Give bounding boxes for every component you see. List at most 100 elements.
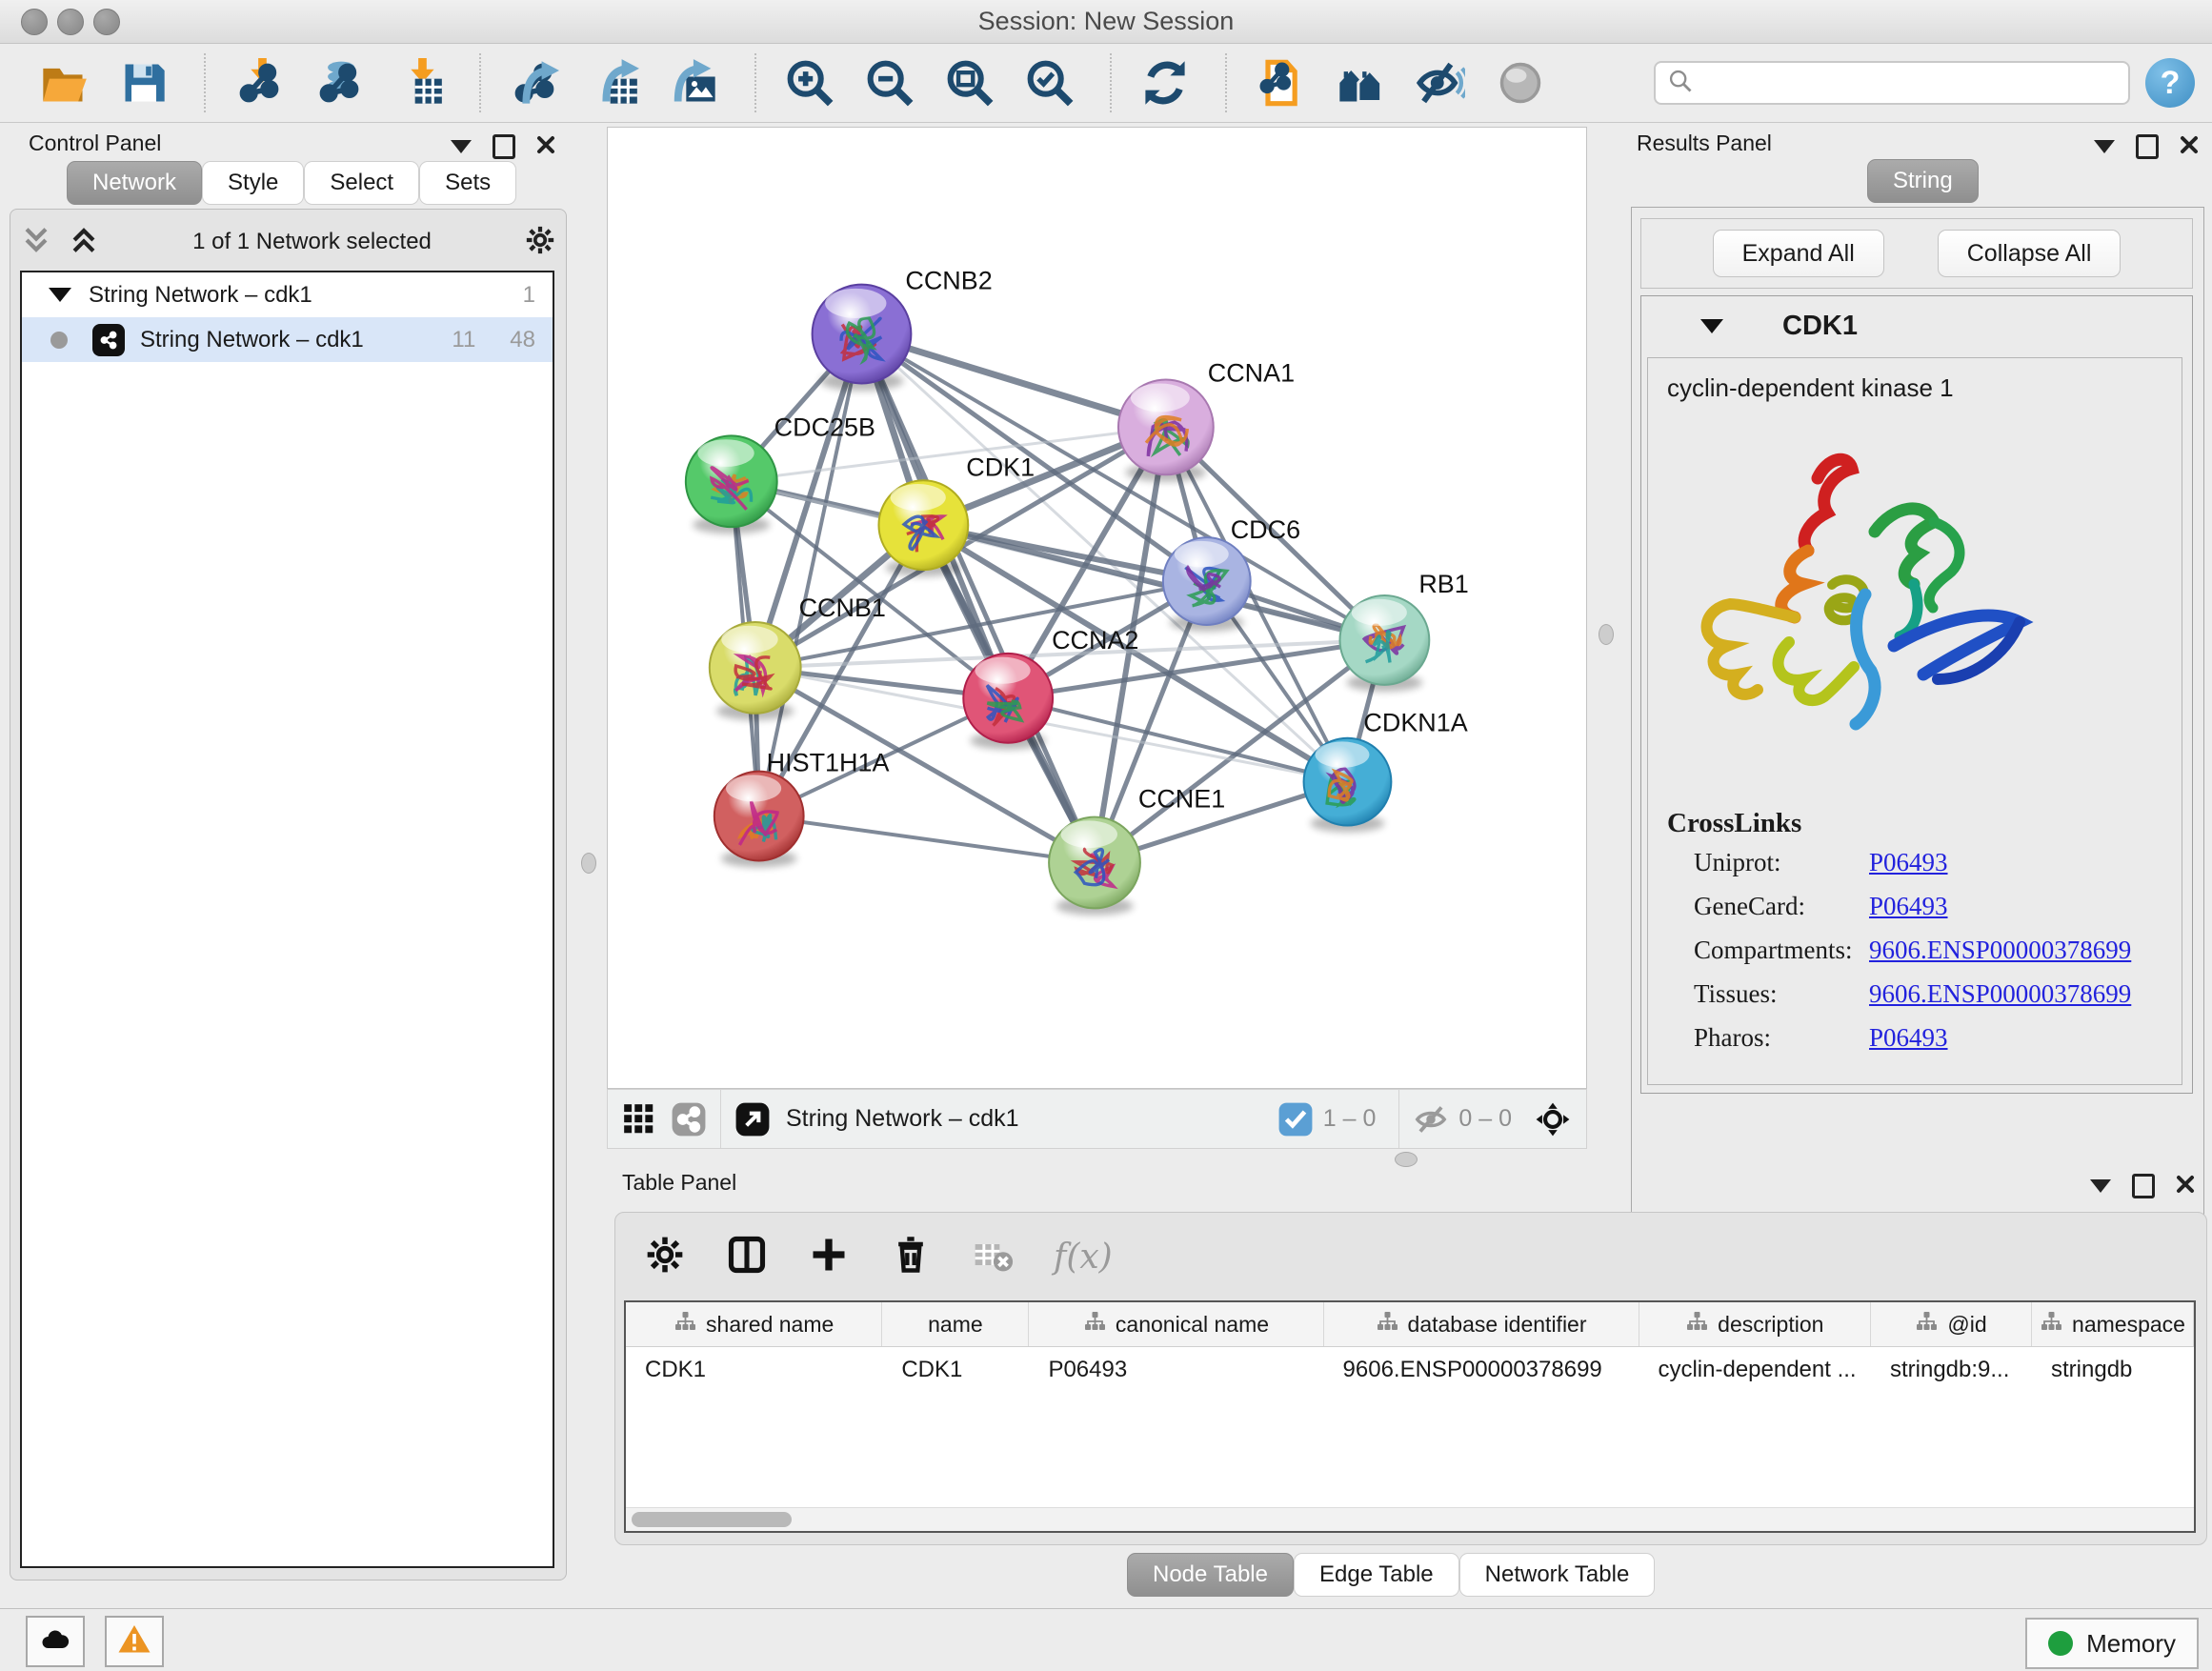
network-list: String Network – cdk1 1 String Network –…	[20, 271, 554, 1568]
network-row[interactable]: String Network – cdk1 11 48	[22, 317, 553, 362]
crosslink-link[interactable]: P06493	[1869, 892, 1948, 921]
save-session-icon[interactable]	[116, 55, 171, 111]
first-neighbors-icon[interactable]	[1333, 55, 1388, 111]
left-splitter-handle[interactable]	[581, 853, 596, 874]
column-header-shared-name[interactable]: shared name	[626, 1302, 882, 1346]
column-header--id[interactable]: @id	[1871, 1302, 2032, 1346]
close-panel-icon[interactable]	[2176, 1175, 2195, 1198]
selected-checkbox-icon[interactable]	[1277, 1101, 1314, 1137]
panel-menu-icon[interactable]	[2090, 1179, 2111, 1193]
tab-edge-table[interactable]: Edge Table	[1294, 1553, 1459, 1597]
node-label: CDC25B	[774, 413, 875, 441]
results-panel: Results Panel String Expand All Collapse…	[1623, 127, 2212, 1151]
shared-column-icon	[1376, 1310, 1398, 1339]
network-status-bar: String Network – cdk1 1 – 0 0 – 0	[607, 1089, 1587, 1149]
cdk1-section-header[interactable]: CDK1	[1641, 296, 2192, 355]
crosslink-link[interactable]: 9606.ENSP00000378699	[1869, 979, 2131, 1009]
section-caret-icon[interactable]	[1700, 319, 1723, 333]
crosslink-link[interactable]: P06493	[1869, 1023, 1948, 1053]
network-tab-content: 1 of 1 Network selected String Network –…	[10, 209, 567, 1580]
tab-string[interactable]: String	[1867, 159, 1979, 203]
layout-ball-icon[interactable]	[1493, 55, 1548, 111]
table-options-gear-icon[interactable]	[644, 1234, 686, 1280]
network-view-icon[interactable]	[671, 1101, 707, 1137]
zoom-fit-icon[interactable]	[942, 55, 997, 111]
export-image-icon[interactable]	[667, 55, 722, 111]
string-results-container: Expand All Collapse All CDK1 cyclin-depe…	[1631, 207, 2204, 1249]
tab-node-table[interactable]: Node Table	[1127, 1553, 1294, 1597]
table-hscrollbar[interactable]	[626, 1507, 2194, 1531]
help-button[interactable]: ?	[2145, 58, 2195, 108]
search-box[interactable]	[1654, 61, 2130, 105]
collapse-all-icon[interactable]	[20, 224, 52, 261]
search-icon	[1667, 68, 1694, 99]
fit-content-icon[interactable]	[1535, 1101, 1571, 1137]
collapse-all-button[interactable]: Collapse All	[1938, 230, 2122, 277]
detach-view-icon[interactable]	[734, 1101, 771, 1137]
network-options-gear-icon[interactable]	[524, 224, 556, 261]
refresh-icon[interactable]	[1137, 55, 1193, 111]
import-table-icon[interactable]	[392, 55, 447, 111]
network-canvas[interactable]: CCNB2CCNA1CDC25BCDK1CDC6RB1CCNB1CCNA2CDK…	[607, 127, 1587, 1089]
status-bar: Memory	[0, 1608, 2212, 1671]
import-network-icon[interactable]	[231, 55, 287, 111]
edge-count: 48	[510, 327, 535, 353]
warnings-button[interactable]	[105, 1616, 164, 1667]
open-session-icon[interactable]	[36, 55, 91, 111]
float-panel-icon[interactable]	[493, 134, 515, 159]
import-database-icon[interactable]	[312, 55, 367, 111]
tab-style[interactable]: Style	[202, 161, 304, 205]
float-panel-icon[interactable]	[2136, 134, 2159, 159]
horizontal-splitter-handle[interactable]	[1395, 1152, 1418, 1167]
panel-menu-icon[interactable]	[2094, 140, 2115, 153]
node-label: CDC6	[1231, 515, 1300, 544]
float-panel-icon[interactable]	[2132, 1174, 2155, 1198]
cloud-icon	[38, 1622, 72, 1661]
table-row[interactable]: CDK1CDK1P064939606.ENSP00000378699cyclin…	[626, 1347, 2194, 1393]
zoom-in-icon[interactable]	[782, 55, 837, 111]
tab-sets[interactable]: Sets	[419, 161, 516, 205]
table-cell: stringdb	[2032, 1347, 2194, 1393]
close-panel-icon[interactable]	[536, 135, 555, 159]
column-header-name[interactable]: name	[882, 1302, 1029, 1346]
control-panel-title: Control Panel	[29, 131, 161, 156]
search-input[interactable]	[1703, 69, 2117, 97]
crosslink-link[interactable]: P06493	[1869, 848, 1948, 877]
add-column-icon[interactable]	[808, 1234, 850, 1280]
node-label: CDKN1A	[1363, 709, 1467, 737]
delete-column-icon[interactable]	[890, 1234, 932, 1280]
network-from-selection-icon[interactable]	[1253, 55, 1308, 111]
expand-all-button[interactable]: Expand All	[1713, 230, 1884, 277]
export-network-icon[interactable]	[507, 55, 562, 111]
column-header-namespace[interactable]: namespace	[2032, 1302, 2194, 1346]
crosslink-link[interactable]: 9606.ENSP00000378699	[1869, 936, 2131, 965]
network-selected-label: 1 of 1 Network selected	[100, 229, 524, 255]
zoom-selected-icon[interactable]	[1022, 55, 1077, 111]
main-toolbar: ?	[0, 44, 2212, 123]
export-table-icon[interactable]	[587, 55, 642, 111]
node-label: CDK1	[966, 453, 1035, 481]
shared-column-icon	[2040, 1310, 2062, 1339]
hide-selected-icon[interactable]	[1413, 55, 1468, 111]
zoom-out-icon[interactable]	[862, 55, 917, 111]
tab-network-table[interactable]: Network Table	[1459, 1553, 1656, 1597]
show-columns-icon[interactable]	[726, 1234, 768, 1280]
function-builder-icon: f(x)	[1054, 1238, 1113, 1277]
hscrollbar-thumb[interactable]	[632, 1512, 792, 1527]
network-collection-row[interactable]: String Network – cdk1 1	[22, 272, 553, 317]
collection-caret-icon[interactable]	[49, 288, 71, 302]
expand-all-icon[interactable]	[68, 224, 100, 261]
network-view-title: String Network – cdk1	[786, 1105, 1264, 1133]
tab-network[interactable]: Network	[67, 161, 202, 205]
close-panel-icon[interactable]	[2180, 135, 2199, 159]
column-header-database-identifier[interactable]: database identifier	[1324, 1302, 1639, 1346]
grid-view-icon[interactable]	[621, 1101, 657, 1137]
column-header-description[interactable]: description	[1639, 1302, 1872, 1346]
memory-button[interactable]: Memory	[2025, 1618, 2199, 1669]
network-status-dot	[50, 332, 68, 349]
right-splitter-handle[interactable]	[1599, 624, 1614, 645]
tab-select[interactable]: Select	[304, 161, 419, 205]
panel-menu-icon[interactable]	[451, 140, 472, 153]
cloud-button[interactable]	[26, 1616, 85, 1667]
column-header-canonical-name[interactable]: canonical name	[1029, 1302, 1323, 1346]
